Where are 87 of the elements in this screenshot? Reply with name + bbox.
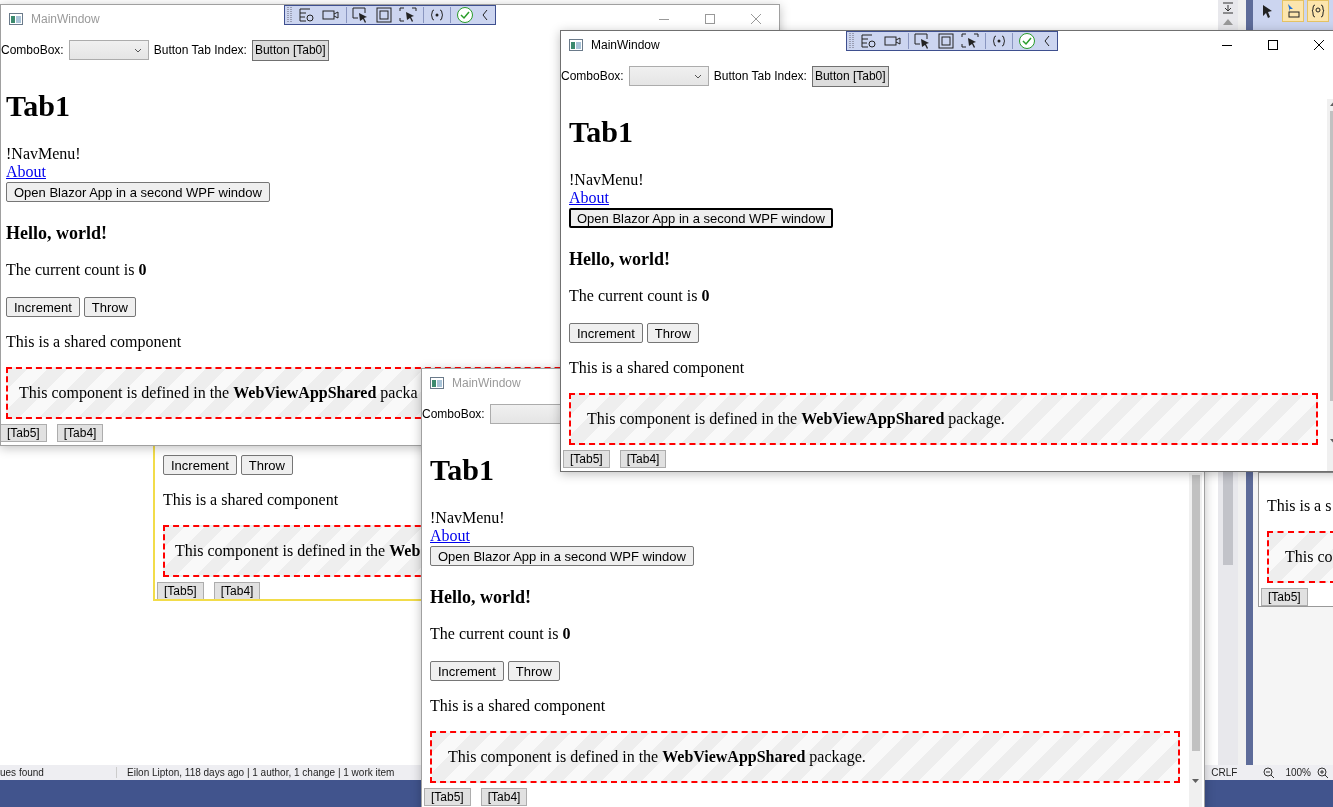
tab-button[interactable]: [Tab4] [480,788,528,806]
split-icon[interactable] [1222,2,1234,14]
tab-index-label: Button Tab Index: [153,43,247,57]
frame-icon[interactable] [375,7,393,23]
banner-text: This component is defined in the WebViewAppShared package. [448,748,866,766]
panel-gap [1238,0,1246,30]
tab-index-button[interactable]: Button [Tab0] [251,39,329,61]
banner-text: This component is defined in the WebViewAppShared packa [19,384,418,402]
about-link[interactable]: About [569,189,609,206]
banner-text: This component is defined in the WebViewAppShared package. [587,410,1005,428]
binding-icon[interactable] [990,33,1007,49]
open-window-button[interactable]: Open Blazor App in a second WPF window [569,208,833,228]
camera-icon[interactable] [882,33,903,49]
tab-index-label: Button Tab Index: [713,69,807,83]
tab-button[interactable]: [Tab5] [424,788,471,806]
combo-label: ComboBox: [1,43,64,57]
combo-label: ComboBox: [561,69,624,83]
open-window-button[interactable]: Open Blazor App in a second WPF window [6,182,270,202]
shared-component-text: This is a s [1267,497,1332,515]
splitter-bar [1246,0,1253,30]
hello-heading: Hello, world! [569,249,670,269]
toolbar-button[interactable] [1307,0,1329,22]
nav-menu-text: !NavMenu! [430,509,505,527]
action-button[interactable]: Increment [569,323,643,343]
check-icon[interactable] [1017,32,1036,50]
window-title: MainWindow [591,38,660,52]
camera-icon[interactable] [321,7,341,23]
banner-text: This component is defined in the Web [175,542,421,560]
hello-heading: Hello, world! [430,587,531,607]
combo-label: ComboBox: [422,407,485,421]
nav-menu-text: !NavMenu! [6,145,81,163]
count-text: The current count is 0 [569,287,710,305]
shared-component-text: This is a shared component [430,697,606,715]
about-link[interactable]: About [6,163,46,180]
grip-icon[interactable] [848,32,855,50]
tab-button[interactable]: [Tab5] [1261,588,1308,606]
shared-component-text: This is a shared component [569,359,745,377]
adorner-icon[interactable] [398,7,418,23]
action-button[interactable]: Throw [240,455,293,475]
tab-button[interactable]: [Tab5] [563,450,610,468]
shared-component-text: This is a shared component [163,491,339,509]
braces-icon [1310,3,1326,19]
blame-info: Eilon Lipton, 118 days ago | 1 author, 1 change | 1 work item [116,767,395,778]
zoom-out-icon[interactable] [1263,766,1276,779]
status-text: ues found [0,767,45,778]
tab-index-button[interactable]: Button [Tab0] [811,65,889,87]
tab-button[interactable]: [Tab5] [157,582,204,599]
count-text: The current count is 0 [430,625,571,643]
tab-button[interactable]: [Tab4] [619,450,667,468]
select-icon [1285,3,1301,19]
binding-icon[interactable] [429,7,445,23]
app-icon [569,39,583,51]
tree-icon[interactable] [859,33,878,49]
nav-menu-text: !NavMenu! [569,171,644,189]
zoom-level-text: 100% [1285,767,1311,778]
action-button[interactable]: Throw [646,323,699,343]
window-title: MainWindow [452,376,521,390]
action-button[interactable]: Throw [83,297,136,317]
zoom-in-icon[interactable] [1317,766,1329,779]
tree-icon[interactable] [298,7,316,23]
scroll-down-icon[interactable] [1189,776,1202,786]
app-icon [9,13,23,25]
hello-heading: Hello, world! [6,223,107,243]
action-button[interactable]: Increment [6,297,80,317]
page-heading: Tab1 [430,452,494,488]
action-button[interactable]: Increment [163,455,237,475]
adorner-icon[interactable] [959,33,980,49]
page-heading: Tab1 [6,88,70,124]
action-button[interactable]: Increment [430,661,504,681]
line-ending-text: CRLF [1211,767,1238,778]
about-link[interactable]: About [430,527,470,544]
open-window-button[interactable]: Open Blazor App in a second WPF window [430,546,694,566]
app-icon [430,377,444,389]
count-text: The current count is 0 [6,261,147,279]
check-icon[interactable] [456,6,474,24]
tab-button[interactable]: [Tab5] [1,424,47,442]
tab-button[interactable]: [Tab4] [213,582,261,599]
editor-scrollbar[interactable] [1218,472,1238,765]
tab-button[interactable]: [Tab4] [56,424,104,442]
page-heading: Tab1 [569,114,633,150]
frame-icon[interactable] [936,33,955,49]
banner-text: This co [1285,548,1333,566]
window-title: MainWindow [31,12,100,26]
shared-component-text: This is a shared component [6,333,182,351]
grip-icon[interactable] [287,6,293,24]
scrollbar[interactable] [1189,473,1202,807]
action-button[interactable]: Throw [507,661,560,681]
